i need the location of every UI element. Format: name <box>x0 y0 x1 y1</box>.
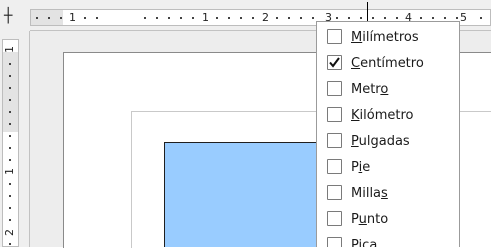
ruler-tick <box>60 17 62 19</box>
ruler-number-vertical: 2 <box>3 229 16 236</box>
mnemonic-key: u <box>358 212 367 227</box>
ruler-tick <box>348 17 350 19</box>
menu-item-label: Metro <box>351 82 389 97</box>
checkbox[interactable] <box>327 107 342 122</box>
checkbox[interactable] <box>327 29 342 44</box>
menu-item-label: Milímetros <box>351 30 419 45</box>
rectangle-shape[interactable] <box>164 142 329 247</box>
ruler-tick <box>144 17 146 19</box>
menu-item-unit[interactable]: Centímetro <box>318 50 458 76</box>
ruler-tick <box>276 17 278 19</box>
ruler-tick <box>480 17 482 19</box>
menu-item-label: Pulgadas <box>351 134 410 149</box>
menu-item-unit[interactable]: Millas <box>318 180 458 206</box>
menu-item-label: Punto <box>351 212 389 227</box>
ruler-tick <box>372 17 374 19</box>
mnemonic-key: s <box>381 186 388 201</box>
menu-item-unit[interactable]: Metro <box>318 76 458 102</box>
ruler-number-vertical: 1 <box>3 168 16 175</box>
menu-item-label: Pica <box>351 238 378 247</box>
mnemonic-key: K <box>351 108 360 123</box>
mnemonic-key: C <box>351 56 361 71</box>
menu-item-unit[interactable]: Kilómetro <box>318 102 458 128</box>
menu-item-unit[interactable]: Pulgadas <box>318 128 458 154</box>
ruler-tick-vertical <box>9 111 11 113</box>
ruler-tick <box>384 17 386 19</box>
ruler-tick-vertical <box>9 159 11 161</box>
checkbox[interactable] <box>327 185 342 200</box>
ruler-tick <box>432 17 434 19</box>
ruler-tick-vertical <box>9 147 11 149</box>
ruler-tick <box>456 17 458 19</box>
ruler-number: 1 <box>202 11 209 24</box>
ruler-tick <box>300 17 302 19</box>
ruler-tick-vertical <box>9 243 11 245</box>
menu-item-unit[interactable]: Milímetros <box>318 24 458 50</box>
ruler-tick-vertical <box>9 183 11 185</box>
ruler-tick <box>312 17 314 19</box>
units-context-menu: Milímetros Centímetro Metro Kilómetro Pulgad… <box>316 21 460 247</box>
ruler-number-vertical: 1 <box>3 46 16 53</box>
ruler-tick <box>180 17 182 19</box>
ruler-tick <box>336 17 338 19</box>
ruler-number: 2 <box>262 11 269 24</box>
ruler-tick <box>288 17 290 19</box>
ruler-number: 5 <box>460 11 467 24</box>
ruler-corner[interactable]: ┼ <box>0 0 30 31</box>
ruler-tick <box>216 17 218 19</box>
mnemonic-key: P <box>351 134 359 149</box>
ruler-tick <box>396 17 398 19</box>
ruler-tick-vertical <box>9 123 11 125</box>
ruler-tick <box>228 17 230 19</box>
checkbox[interactable] <box>327 159 342 174</box>
mnemonic-key: o <box>380 82 389 97</box>
ruler-tick <box>444 17 446 19</box>
ruler-tick <box>240 17 242 19</box>
ruler-tick-vertical <box>9 135 11 137</box>
ruler-tick-vertical <box>9 75 11 77</box>
ruler-tick-vertical <box>9 195 11 197</box>
ruler-tick <box>36 17 38 19</box>
ruler-tick <box>84 17 86 19</box>
ruler-tick <box>252 17 254 19</box>
checkbox[interactable] <box>327 81 342 96</box>
ruler-tick <box>360 17 362 19</box>
ruler-tick <box>156 17 158 19</box>
ruler-tick-vertical <box>9 219 11 221</box>
menu-item-label: Kilómetro <box>351 108 414 123</box>
checked-checkbox[interactable] <box>327 55 342 70</box>
menu-item-label: Centímetro <box>351 56 424 71</box>
menu-item-unit[interactable]: Pica <box>318 232 458 247</box>
ruler-tick <box>420 17 422 19</box>
checkbox[interactable] <box>327 133 342 148</box>
checkbox[interactable] <box>327 211 342 226</box>
ruler-tick-vertical <box>9 99 11 101</box>
ruler-tick <box>168 17 170 19</box>
crosshair-icon: ┼ <box>4 8 13 24</box>
menu-item-unit[interactable]: Punto <box>318 206 458 232</box>
vertical-ruler[interactable]: 1 1 2 <box>0 31 30 247</box>
checkmark-icon <box>329 57 340 68</box>
checkbox[interactable] <box>327 237 342 247</box>
ruler-tick-vertical <box>9 207 11 209</box>
ruler-tick-vertical <box>9 87 11 89</box>
ruler-tick <box>48 17 50 19</box>
ruler-tick-vertical <box>9 63 11 65</box>
ruler-tick <box>192 17 194 19</box>
ruler-tick <box>96 17 98 19</box>
menu-item-unit[interactable]: Pie <box>318 154 458 180</box>
menu-item-label: Pie <box>351 160 371 175</box>
mnemonic-key: M <box>351 30 363 45</box>
ruler-number: 1 <box>69 11 76 24</box>
menu-item-label: Millas <box>351 186 388 201</box>
